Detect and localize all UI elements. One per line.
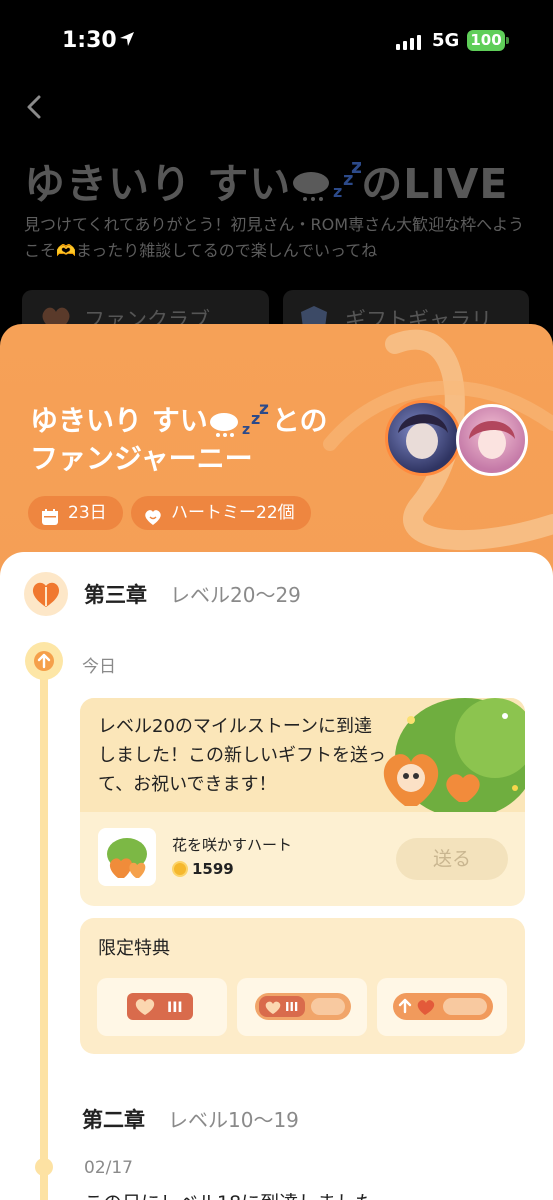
svg-text:z: z <box>333 182 343 201</box>
sheet-title: ゆきいり すい z z z との ファンジャーニー <box>30 399 328 478</box>
chapter-heart-icon <box>24 572 68 616</box>
today-label: 今日 <box>82 657 116 677</box>
heart-smile-icon <box>144 504 162 538</box>
timeline-line <box>40 652 48 1200</box>
milestone-card: レベル20のマイルストーンに到達しました！この新しいギフトを送って、お祝いできま… <box>80 698 525 906</box>
signal-icon <box>396 34 421 50</box>
today-marker-icon <box>25 642 63 680</box>
status-time: 1:30 <box>62 28 117 53</box>
gift-thumbnail[interactable] <box>98 828 156 886</box>
live-title-name: ゆきいり すい <box>24 160 292 208</box>
back-button[interactable] <box>20 92 50 122</box>
battery-tip <box>506 37 509 44</box>
exclusive-benefits-card: 限定特典 III III <box>80 918 525 1054</box>
chevron-left-icon <box>27 95 41 119</box>
coin-icon <box>172 861 188 877</box>
hearts-badge-text: ハートミー22個 <box>171 503 295 523</box>
svg-text:z: z <box>242 422 250 438</box>
network-type: 5G <box>432 30 460 51</box>
chapter3-level: レベル20〜29 <box>170 583 301 607</box>
days-badge-text: 23日 <box>68 503 107 523</box>
svg-text:z: z <box>259 404 269 419</box>
fan-journey-sheet: ゆきいり すい z z z との ファンジャーニー 23日 ハートミー22個 第三章 レ… <box>0 324 553 1200</box>
snow-cloud-sleep-icon: zzz <box>291 154 363 215</box>
sheet-title-line2: ファンジャーニー <box>30 442 253 475</box>
days-badge: 23日 <box>28 496 123 530</box>
snow-cloud-sleep-icon: zzz <box>209 399 269 438</box>
live-description: 見つけてくれてありがとう！初見さん・ROM専さん大歓迎な枠へようこそ🫶まったり雑… <box>24 215 525 260</box>
celebration-illustration <box>383 698 525 812</box>
live-title: ゆきいり すい z z z のLIVE <box>24 150 508 215</box>
status-bar: 1:30 5G 100 <box>0 0 553 84</box>
benefit-badge-level: III <box>285 1000 298 1014</box>
hearts-badge: ハートミー22個 <box>131 496 311 530</box>
battery-icon: 100 <box>467 30 505 51</box>
user-avatar[interactable] <box>456 404 528 476</box>
location-arrow-icon <box>118 30 136 52</box>
chapter3-title: 第三章 <box>84 583 147 607</box>
benefit-item-badge[interactable]: III <box>97 978 227 1036</box>
calendar-icon <box>41 504 59 538</box>
sheet-title-suffix: との <box>271 404 328 437</box>
journey-content: 第三章 レベル20〜29 今日 レベル20のマイルストーンに到達しました！この新… <box>0 552 553 1200</box>
benefit-item-chat-bubble[interactable]: III <box>237 978 367 1036</box>
benefit-badge-level: III <box>167 1000 183 1016</box>
chapter2-level: レベル10〜19 <box>168 1108 299 1132</box>
chapter2-event-text: この日にレベル18に到達しました <box>84 1188 374 1200</box>
gift-price: 1599 <box>172 860 234 878</box>
benefits-title: 限定特典 <box>98 938 170 959</box>
benefit-item-entrance[interactable] <box>377 978 507 1036</box>
send-gift-button[interactable]: 送る <box>396 838 508 880</box>
svg-text:z: z <box>351 159 361 178</box>
gift-price-value: 1599 <box>192 860 234 878</box>
chapter2-date: 02/17 <box>84 1158 133 1178</box>
chapter2-title: 第二章 <box>82 1108 145 1132</box>
gift-name: 花を咲かすハート <box>172 836 293 854</box>
milestone-text: レベル20のマイルストーンに到達しました！この新しいギフトを送って、お祝いできま… <box>98 716 386 795</box>
timeline-dot <box>35 1158 53 1176</box>
sheet-title-name: ゆきいり すい <box>30 404 208 437</box>
streamer-avatar[interactable] <box>385 400 461 476</box>
live-title-suffix: のLIVE <box>361 160 509 208</box>
